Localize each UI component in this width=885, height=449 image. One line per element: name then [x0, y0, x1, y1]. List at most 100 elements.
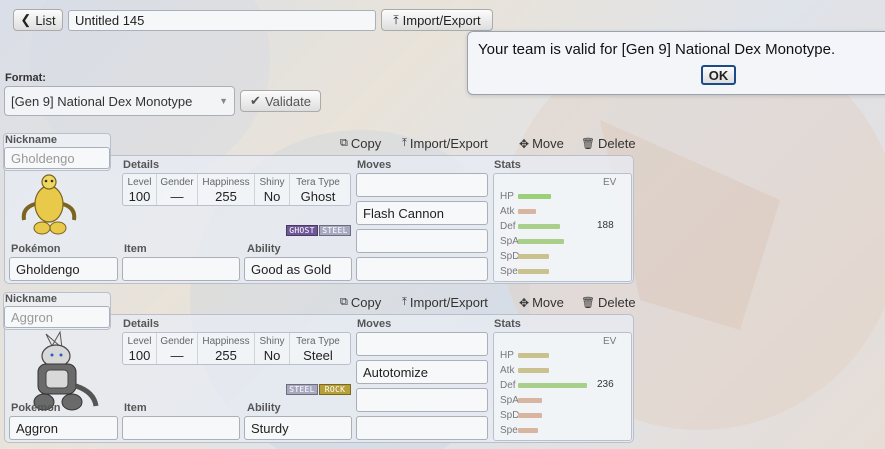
nickname-input[interactable]: Aggron [4, 306, 110, 328]
ok-button[interactable]: OK [701, 65, 736, 85]
move-2-input[interactable]: Autotomize [356, 360, 488, 384]
happiness-value: 255 [215, 348, 237, 363]
item-input[interactable] [122, 257, 240, 281]
set-import-export-button[interactable]: ⤒ Import/Export [402, 295, 488, 310]
ability-label: Ability [247, 402, 281, 414]
stat-bar [518, 224, 560, 229]
stats-label: Stats [494, 318, 521, 330]
stats-box[interactable]: EV HP Atk Def 236 SpA SpD Spe [493, 332, 632, 441]
stat-bar [518, 368, 549, 373]
copy-icon: ⧉ [340, 296, 348, 308]
stat-bar [518, 428, 538, 433]
level-value: 100 [128, 189, 151, 204]
trash-icon: 🗑 [581, 138, 595, 150]
move-4-input[interactable] [356, 257, 488, 281]
tera-type-value: Ghost [300, 189, 336, 204]
details-label: Details [123, 159, 160, 171]
list-button[interactable]: ❮ List [13, 9, 63, 31]
stat-name: Spe [500, 425, 518, 436]
delete-button[interactable]: 🗑 Delete [581, 136, 636, 151]
copy-button[interactable]: ⧉ Copy [340, 136, 381, 151]
move-1-input[interactable] [356, 332, 488, 356]
stats-label: Stats [494, 159, 521, 171]
stat-ev: 188 [597, 220, 614, 231]
stat-name: SpD [500, 410, 520, 421]
stat-bar [518, 413, 542, 418]
delete-button[interactable]: 🗑 Delete [581, 295, 636, 310]
stat-bar [518, 194, 551, 199]
stat-name: SpA [500, 236, 519, 247]
nickname-input[interactable]: Gholdengo [4, 147, 110, 169]
level-value: 100 [128, 348, 151, 363]
chevron-down-icon: ▼ [219, 96, 228, 106]
shiny-value: No [263, 189, 281, 204]
stat-name: SpD [500, 251, 520, 262]
stat-row-def: Def 188 [494, 220, 631, 234]
team-name-input[interactable]: Untitled 145 [68, 10, 376, 31]
copy-button[interactable]: ⧉ Copy [340, 295, 381, 310]
move-icon: ✥ [519, 136, 530, 151]
format-label: Format: [5, 72, 46, 84]
set-import-export-button[interactable]: ⤒ Import/Export [402, 136, 488, 151]
checkmark-icon: ✔ [250, 93, 261, 108]
copy-icon: ⧉ [340, 137, 348, 149]
type-badge-steel: STEEL [286, 384, 318, 395]
details-label: Details [123, 318, 160, 330]
nickname-label: Nickname [5, 293, 57, 305]
pokemon-input[interactable]: Gholdengo [9, 257, 118, 281]
stat-bar [518, 239, 564, 244]
ev-header: EV [603, 177, 617, 188]
stat-bar [518, 209, 536, 214]
stat-bar [518, 269, 549, 274]
validate-button[interactable]: ✔ Validate [240, 90, 321, 112]
item-label: Item [124, 402, 147, 414]
move-icon: ✥ [519, 295, 530, 310]
moves-label: Moves [357, 159, 392, 171]
nickname-label: Nickname [5, 134, 57, 146]
stat-name: Def [500, 380, 516, 391]
pokemon-label: Pokémon [11, 243, 61, 255]
stat-row-atk: Atk [494, 205, 631, 219]
details-box[interactable]: Level 100 Gender — Happiness 255 Shiny No Te… [122, 332, 351, 365]
ability-input[interactable]: Good as Gold [244, 257, 352, 281]
move-button[interactable]: ✥ Move [519, 136, 564, 151]
format-select[interactable]: [Gen 9] National Dex Monotype ▼ [4, 86, 235, 116]
stat-row-spe: Spe [494, 265, 631, 279]
ability-input[interactable]: Sturdy [244, 416, 352, 440]
item-label: Item [124, 243, 147, 255]
happiness-value: 255 [215, 189, 237, 204]
stat-ev: 236 [597, 379, 614, 390]
stat-name: Atk [500, 206, 515, 217]
stat-name: Spe [500, 266, 518, 277]
upload-icon: ⤒ [402, 137, 407, 149]
chevron-left-icon: ❮ [20, 12, 32, 27]
type-badge-ghost: GHOST [286, 225, 318, 236]
move-4-input[interactable] [356, 416, 488, 440]
import-export-button[interactable]: ⤒ Import/Export [381, 9, 493, 31]
move-1-input[interactable] [356, 173, 488, 197]
stats-box[interactable]: EV HP Atk Def 188 SpA SpD Spe [493, 173, 632, 282]
pokemon-label: Pokémon [11, 402, 61, 414]
gender-value: — [170, 348, 184, 363]
item-input[interactable] [122, 416, 240, 440]
gholdengo-sprite[interactable] [14, 168, 84, 240]
popup-message: Your team is valid for [Gen 9] National … [478, 41, 836, 58]
stat-row-def: Def 236 [494, 379, 631, 393]
move-button[interactable]: ✥ Move [519, 295, 564, 310]
ev-header: EV [603, 336, 617, 347]
move-2-input[interactable]: Flash Cannon [356, 201, 488, 225]
stat-row-spd: SpD [494, 250, 631, 264]
move-3-input[interactable] [356, 229, 488, 253]
move-3-input[interactable] [356, 388, 488, 412]
tera-type-value: Steel [303, 348, 333, 363]
moves-label: Moves [357, 318, 392, 330]
stat-name: Def [500, 221, 516, 232]
stat-row-spe: Spe [494, 424, 631, 438]
details-box[interactable]: Level 100 Gender — Happiness 255 Shiny No Te… [122, 173, 351, 206]
gender-value: — [170, 189, 184, 204]
stat-name: HP [500, 191, 514, 202]
pokemon-input[interactable]: Aggron [9, 416, 118, 440]
stat-row-hp: HP [494, 349, 631, 363]
stat-row-spa: SpA [494, 235, 631, 249]
stat-row-hp: HP [494, 190, 631, 204]
